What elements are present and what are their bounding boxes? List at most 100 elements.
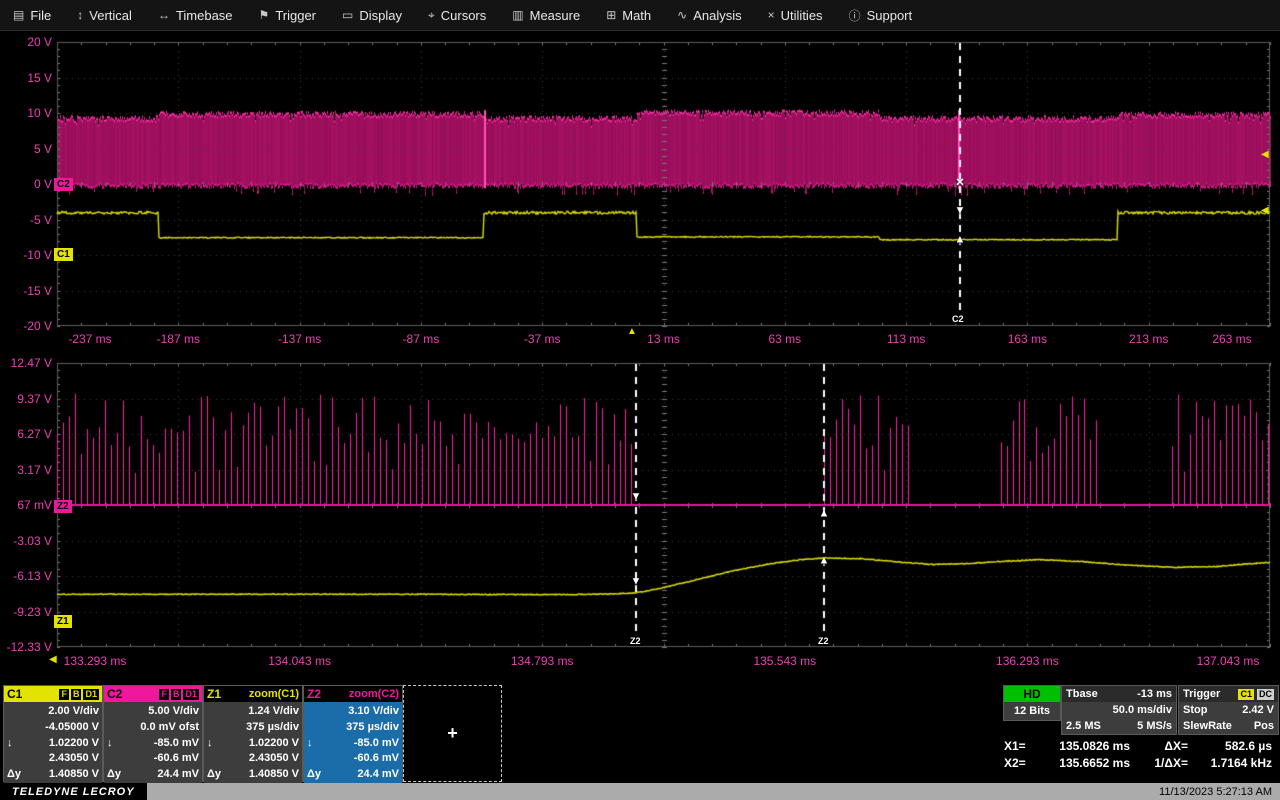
menu-bar: ▤ File ↕ Vertical ↔Timebase ⚑ Trigger ▭ Display ⌖…: [0, 0, 1280, 31]
time-per-div: 50.0 ms/div: [1113, 704, 1172, 716]
menu-item-label: Trigger: [275, 8, 316, 23]
trigger-coupling-badge: DC: [1257, 689, 1274, 700]
trace-id: C2: [107, 687, 122, 701]
row-symbol: Δy: [107, 767, 121, 781]
descriptor-c1[interactable]: C1FBD12.00 V/div-4.05000 V↓1.02200 V2.43…: [3, 685, 103, 782]
dx-value: 582.6 µs: [1188, 739, 1272, 753]
clock: 11/13/2023 5:27:13 AM: [1159, 786, 1280, 798]
menu-item-label: Support: [867, 8, 913, 23]
row-value: 0.0 mV ofst: [140, 720, 199, 734]
badge-f: F: [59, 689, 69, 700]
row-value: -4.05000 V: [45, 720, 99, 734]
row-symbol: ↓: [307, 736, 313, 750]
menu-utilities[interactable]: × Utilities: [755, 0, 836, 30]
descriptor-area: C1FBD12.00 V/div-4.05000 V↓1.02200 V2.43…: [0, 685, 1280, 781]
oscilloscope-screen: ▤ File ↕ Vertical ↔Timebase ⚑ Trigger ▭ Display ⌖…: [0, 0, 1280, 800]
menu-display[interactable]: ▭ Display: [329, 0, 415, 30]
menu-timebase[interactable]: ↔Timebase: [145, 0, 246, 30]
trigger-slope: Pos: [1254, 720, 1274, 732]
menu-item-label: Vertical: [89, 8, 132, 23]
menu-item-label: Analysis: [693, 8, 741, 23]
row-value: 3.10 V/div: [348, 704, 399, 718]
trigger-label: Trigger: [1183, 688, 1220, 700]
zoom-source: zoom(C2): [349, 688, 399, 700]
utilities-icon: ×: [768, 8, 775, 22]
trace-id: Z2: [307, 687, 321, 701]
menu-item-label: Measure: [530, 8, 581, 23]
menu-item-label: Cursors: [441, 8, 487, 23]
cursors-icon: ⌖: [428, 8, 435, 23]
descriptor-c2[interactable]: C2 FBD1 5.00 V/div 0.0 mV ofst ↓ -85.0 mV-60.…: [103, 685, 203, 782]
inv-dx-value: 1.7164 kHz: [1188, 756, 1272, 770]
row-symbol: ↓: [7, 736, 13, 750]
dx-label: ΔX=: [1130, 739, 1188, 753]
x1-value: 135.0826 ms: [1040, 739, 1130, 753]
badge-d1: D1: [183, 689, 199, 700]
inv-dx-label: 1/ΔX=: [1130, 756, 1188, 770]
row-value: -60.6 mV: [354, 751, 399, 765]
menu-item-label: Display: [359, 8, 402, 23]
descriptor-z2[interactable]: Z2 zoom(C2) 3.10 V/div 375 µs/div ↓ -85.0 mV-…: [303, 685, 403, 782]
menu-measure[interactable]: ▥ Measure: [499, 0, 593, 30]
trigger-source-badge: C1: [1238, 689, 1254, 700]
row-value: 24.4 mV: [357, 767, 399, 781]
vertical-icon: ↕: [77, 8, 83, 22]
menu-trigger[interactable]: ⚑ Trigger: [246, 0, 329, 30]
row-value: 1.02200 V: [49, 736, 99, 750]
menu-item-label: Utilities: [781, 8, 823, 23]
row-value: 1.40850 V: [49, 767, 99, 781]
menu-item-label: File: [30, 8, 51, 23]
file-icon: ▤: [13, 8, 24, 22]
row-value: 375 µs/div: [346, 720, 399, 734]
row-value: -85.0 mV: [354, 736, 399, 750]
adc-bits: 12 Bits: [1004, 702, 1060, 720]
menu-vertical[interactable]: ↕ Vertical: [64, 0, 145, 30]
math-icon: ⊞: [606, 8, 616, 22]
menu-support[interactable]: ⓘ Support: [836, 0, 926, 30]
hd-mode-box[interactable]: HD 12 Bits: [1003, 685, 1061, 721]
row-value: -85.0 mV: [154, 736, 199, 750]
x2-label: X2=: [1004, 756, 1040, 770]
x1-label: X1=: [1004, 739, 1040, 753]
teledyne-lecroy-logo: TELEDYNE LECROY: [0, 783, 147, 800]
menu-item-label: Timebase: [176, 8, 233, 23]
tbase-offset: -13 ms: [1137, 688, 1172, 700]
row-symbol: Δy: [7, 767, 21, 781]
trigger-kind: SlewRate: [1183, 720, 1232, 732]
row-symbol: Δy: [207, 767, 221, 781]
menu-cursors[interactable]: ⌖ Cursors: [415, 0, 499, 30]
row-symbol: ↓: [207, 736, 213, 750]
timebase-box[interactable]: Tbase -13 ms 50.0 ms/div 2.5 MS 5 MS/s: [1061, 685, 1177, 735]
descriptor-z1[interactable]: Z1zoom(C1)1.24 V/div375 µs/div↓1.02200 V…: [203, 685, 303, 782]
badge-f: F: [159, 689, 169, 700]
row-symbol: Δy: [307, 767, 321, 781]
row-value: -60.6 mV: [154, 751, 199, 765]
analysis-icon: ∿: [677, 8, 687, 22]
row-value: 5.00 V/div: [148, 704, 199, 718]
add-trace-box[interactable]: +: [403, 685, 502, 782]
row-value: 1.02200 V: [249, 736, 299, 750]
trigger-box[interactable]: Trigger C1 DC Stop 2.42 V SlewRate Pos: [1178, 685, 1279, 735]
trigger-mode: Stop: [1183, 704, 1207, 716]
zoom-source: zoom(C1): [249, 688, 299, 700]
display-icon: ▭: [342, 8, 353, 22]
menu-math[interactable]: ⊞Math: [593, 0, 664, 30]
memory-depth: 2.5 MS: [1066, 720, 1101, 732]
waveform-canvas[interactable]: [0, 0, 1280, 800]
support-icon: ⓘ: [849, 7, 861, 24]
menu-analysis[interactable]: ∿ Analysis: [664, 0, 754, 30]
status-bar: TELEDYNE LECROY 11/13/2023 5:27:13 AM: [0, 783, 1280, 800]
row-value: 1.24 V/div: [248, 704, 299, 718]
cursor-readout: X1= 135.0826 ms ΔX= 582.6 µs X2= 135.665…: [1004, 737, 1278, 771]
badge-b: B: [171, 689, 182, 700]
sample-rate: 5 MS/s: [1137, 720, 1172, 732]
row-value: 1.40850 V: [249, 767, 299, 781]
trigger-icon: ⚑: [259, 8, 270, 22]
badge-b: B: [71, 689, 82, 700]
measure-icon: ▥: [512, 8, 523, 22]
trace-id: C1: [7, 687, 22, 701]
row-symbol: ↓: [107, 736, 113, 750]
plus-icon: +: [447, 723, 458, 744]
x2-value: 135.6652 ms: [1040, 756, 1130, 770]
menu-file[interactable]: ▤ File: [0, 0, 64, 30]
